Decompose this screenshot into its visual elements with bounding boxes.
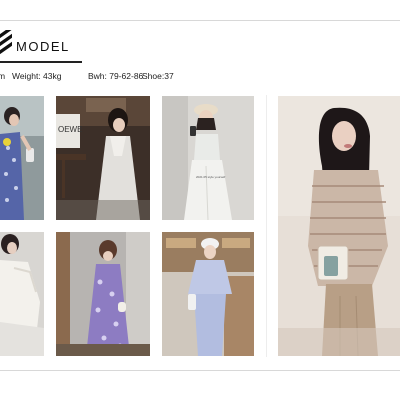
shirt-print-text: 2021.05 style yourself [196,175,225,179]
photo-blue-floral-dress[interactable] [0,96,44,220]
top-rule [0,20,400,21]
title-underline [0,61,82,63]
bottom-rule [0,370,400,371]
photo-white-tank-pants[interactable]: 2021.05 style yourself [162,96,254,220]
photo-purple-floral-dress[interactable] [56,232,150,356]
stat-weight: Weight: 43kg [12,71,62,81]
section-header: MODEL [0,28,90,64]
photo-lavender-hoodie-set[interactable] [162,232,254,356]
sign-text: OEWE [58,125,82,134]
gallery-divider [266,95,267,357]
stat-bwh: Bwh: 79-62-86 [88,71,144,81]
stripe-logo-icon [0,30,12,56]
section-title: MODEL [16,39,70,54]
stat-shoe: Shoe:37 [142,71,174,81]
photo-white-blouse[interactable] [0,232,44,356]
photo-white-slip-dress[interactable]: OEWE [56,96,150,220]
stat-height: m [0,71,6,81]
photo-striped-sweater-knit-skirt[interactable] [278,96,400,356]
